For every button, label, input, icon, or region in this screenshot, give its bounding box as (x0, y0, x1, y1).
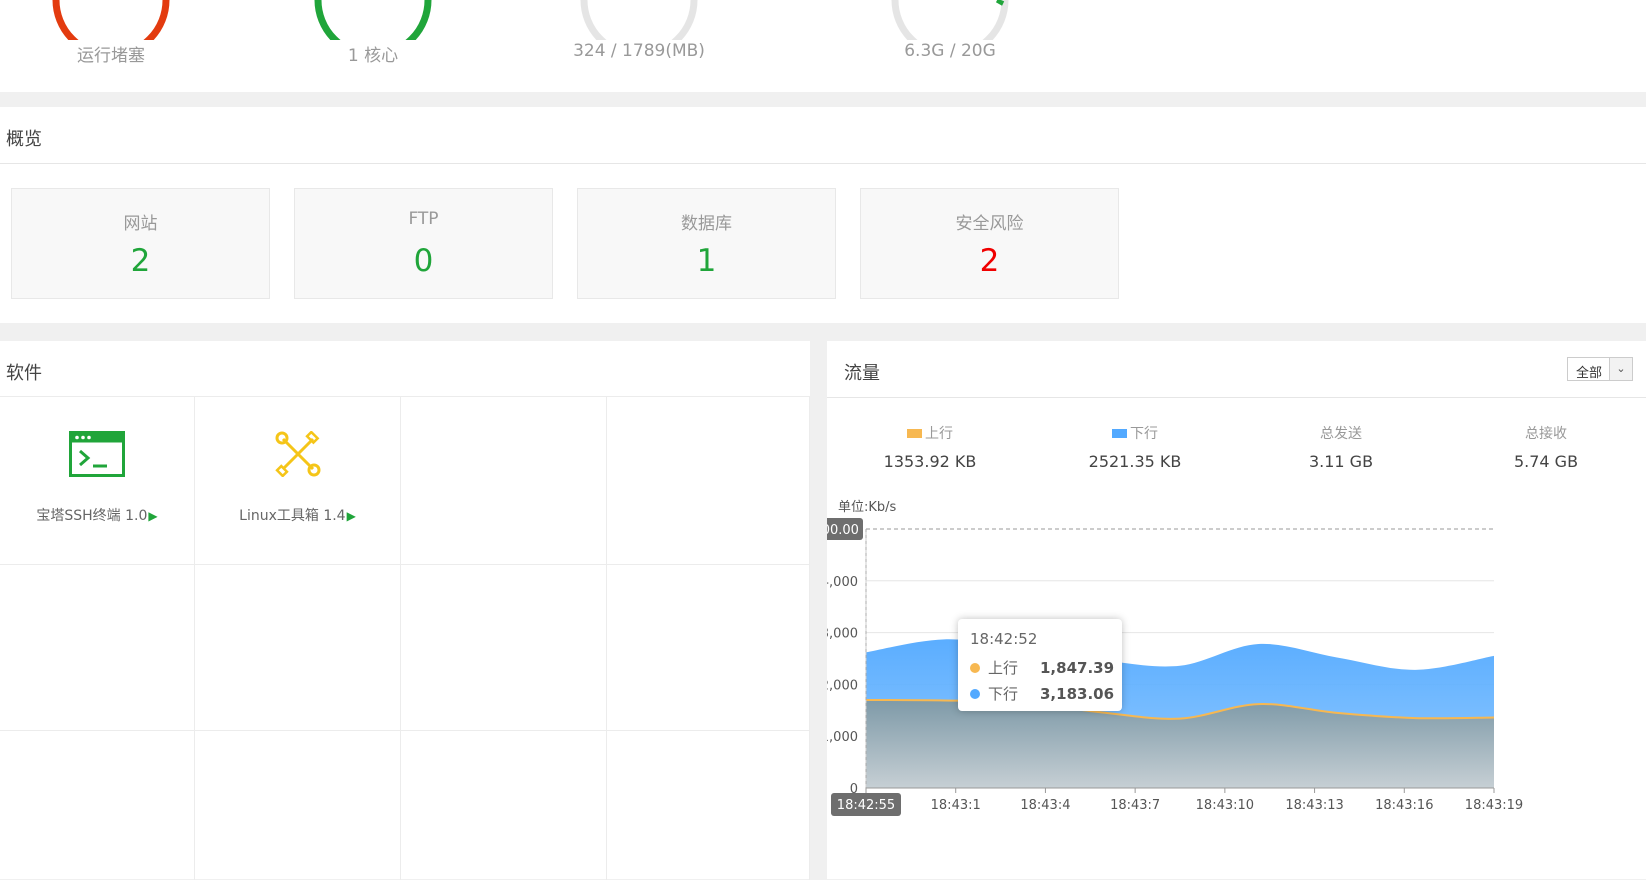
y-tick-label: 1,000 (827, 730, 858, 745)
software-title: 软件 (6, 363, 42, 384)
software-slot-empty (401, 731, 607, 880)
overview-card-security[interactable]: 安全风险 2 (860, 188, 1119, 299)
overview-card-value[interactable]: 0 (295, 243, 552, 279)
software-item-linux-tools[interactable]: Linux工具箱 1.4▶ (195, 397, 401, 565)
software-slot-empty (607, 565, 810, 731)
software-slot-empty (401, 397, 607, 565)
x-tick-label: 18:43:4 (1020, 798, 1070, 813)
overview-card-label: 数据库 (681, 214, 732, 234)
disk-gauge-label: 6.3G / 20G (904, 41, 996, 61)
overview-card-ftp[interactable]: FTP 0 (294, 188, 553, 299)
overview-card-label: 安全风险 (955, 214, 1024, 234)
software-slot-empty (607, 731, 810, 880)
chart-tooltip: 18:42:52 上行 1,847.39 下行 3,183.06 (958, 619, 1122, 711)
x-tick-label: 18:43:16 (1375, 798, 1433, 813)
y-tick-label: 4,000 (827, 575, 858, 590)
overview-title: 概览 (6, 129, 42, 150)
overview-card-database[interactable]: 数据库 1 (577, 188, 836, 299)
overview-card-label: FTP (408, 209, 439, 229)
disk-gauge[interactable]: 6.3G / 20G (880, 0, 1020, 92)
software-item-ssh[interactable]: 宝塔SSH终端 1.0▶ (0, 397, 195, 565)
traffic-chart[interactable]: 单位:Kb/s01,0002,0003,0004,0005,000.0018:4… (827, 341, 1646, 879)
load-gauge-ring (52, 0, 170, 40)
overview-card-label: 网站 (123, 214, 158, 234)
software-slot-empty (195, 731, 401, 880)
overview-card-website[interactable]: 网站 2 (11, 188, 270, 299)
memory-gauge-label: 324 / 1789(MB) (573, 41, 705, 61)
x-tick-label: 18:43:1 (931, 798, 981, 813)
tooltip-series-value: 1,847.39 (1040, 658, 1115, 677)
y-tick-label: 2,000 (827, 678, 858, 693)
upstream-dot-icon (970, 662, 980, 673)
cpu-gauge-label: 1 核心 (347, 46, 399, 66)
software-item-label: Linux工具箱 1.4▶ (239, 508, 356, 524)
software-panel: 软件 宝塔SSH终端 1.0▶ Linux工具箱 1.4▶ (0, 341, 810, 880)
software-slot-empty (401, 565, 607, 731)
y-tick-label: 3,000 (827, 627, 858, 642)
y-tick-label: 5,000.00 (827, 523, 859, 538)
x-tick-label: 18:43:7 (1110, 798, 1160, 813)
x-tick-label: 18:43:13 (1285, 798, 1343, 813)
play-arrow-icon[interactable]: ▶ (347, 509, 356, 523)
x-tick-label: 18:43:19 (1465, 798, 1523, 813)
tooltip-series-name: 下行 (988, 685, 1019, 703)
play-arrow-icon[interactable]: ▶ (148, 509, 157, 523)
tooltip-row-upstream: 上行 1,847.39 (970, 657, 1114, 678)
tooltip-series-name: 上行 (988, 659, 1019, 677)
traffic-panel: 流量 全部 ⌄ 上行 1353.92 KB 下行 2521.35 KB 总发送 … (827, 341, 1646, 879)
tooltip-row-downstream: 下行 3,183.06 (970, 683, 1114, 704)
load-gauge-label: 运行堵塞 (77, 46, 145, 66)
tooltip-time: 18:42:52 (970, 630, 1038, 648)
tooltip-series-value: 3,183.06 (1040, 684, 1115, 703)
overview-card-value[interactable]: 1 (578, 243, 835, 279)
x-tick-label: 18:42:55 (837, 798, 895, 813)
tools-icon (274, 431, 320, 477)
disk-gauge-ring (891, 0, 1009, 40)
x-tick-label: 18:43:10 (1196, 798, 1254, 813)
software-slot-empty (607, 397, 810, 565)
software-grid: 宝塔SSH终端 1.0▶ Linux工具箱 1.4▶ (0, 396, 810, 880)
overview-panel: 概览 网站 2 FTP 0 数据库 1 安全风险 2 (0, 107, 1646, 323)
overview-card-value[interactable]: 2 (861, 243, 1118, 279)
overview-card-value[interactable]: 2 (12, 243, 269, 279)
overview-divider (0, 163, 1646, 164)
memory-gauge[interactable]: 324 / 1789(MB) (569, 0, 709, 92)
cpu-gauge[interactable]: 1 核心 (303, 0, 443, 92)
cpu-gauge-ring (314, 0, 432, 40)
downstream-dot-icon (970, 688, 980, 699)
software-slot-empty (0, 565, 195, 731)
load-gauge[interactable]: 运行堵塞 (41, 0, 181, 92)
software-slot-empty (195, 565, 401, 731)
terminal-icon (69, 431, 125, 477)
software-item-label: 宝塔SSH终端 1.0▶ (36, 508, 158, 524)
software-slot-empty (0, 731, 195, 880)
memory-gauge-ring (580, 0, 698, 40)
gauges-row: 运行堵塞 1 核心 324 / 1789(MB) 6.3G / 20G (0, 0, 1646, 92)
y-axis-unit-label: 单位:Kb/s (838, 500, 897, 515)
